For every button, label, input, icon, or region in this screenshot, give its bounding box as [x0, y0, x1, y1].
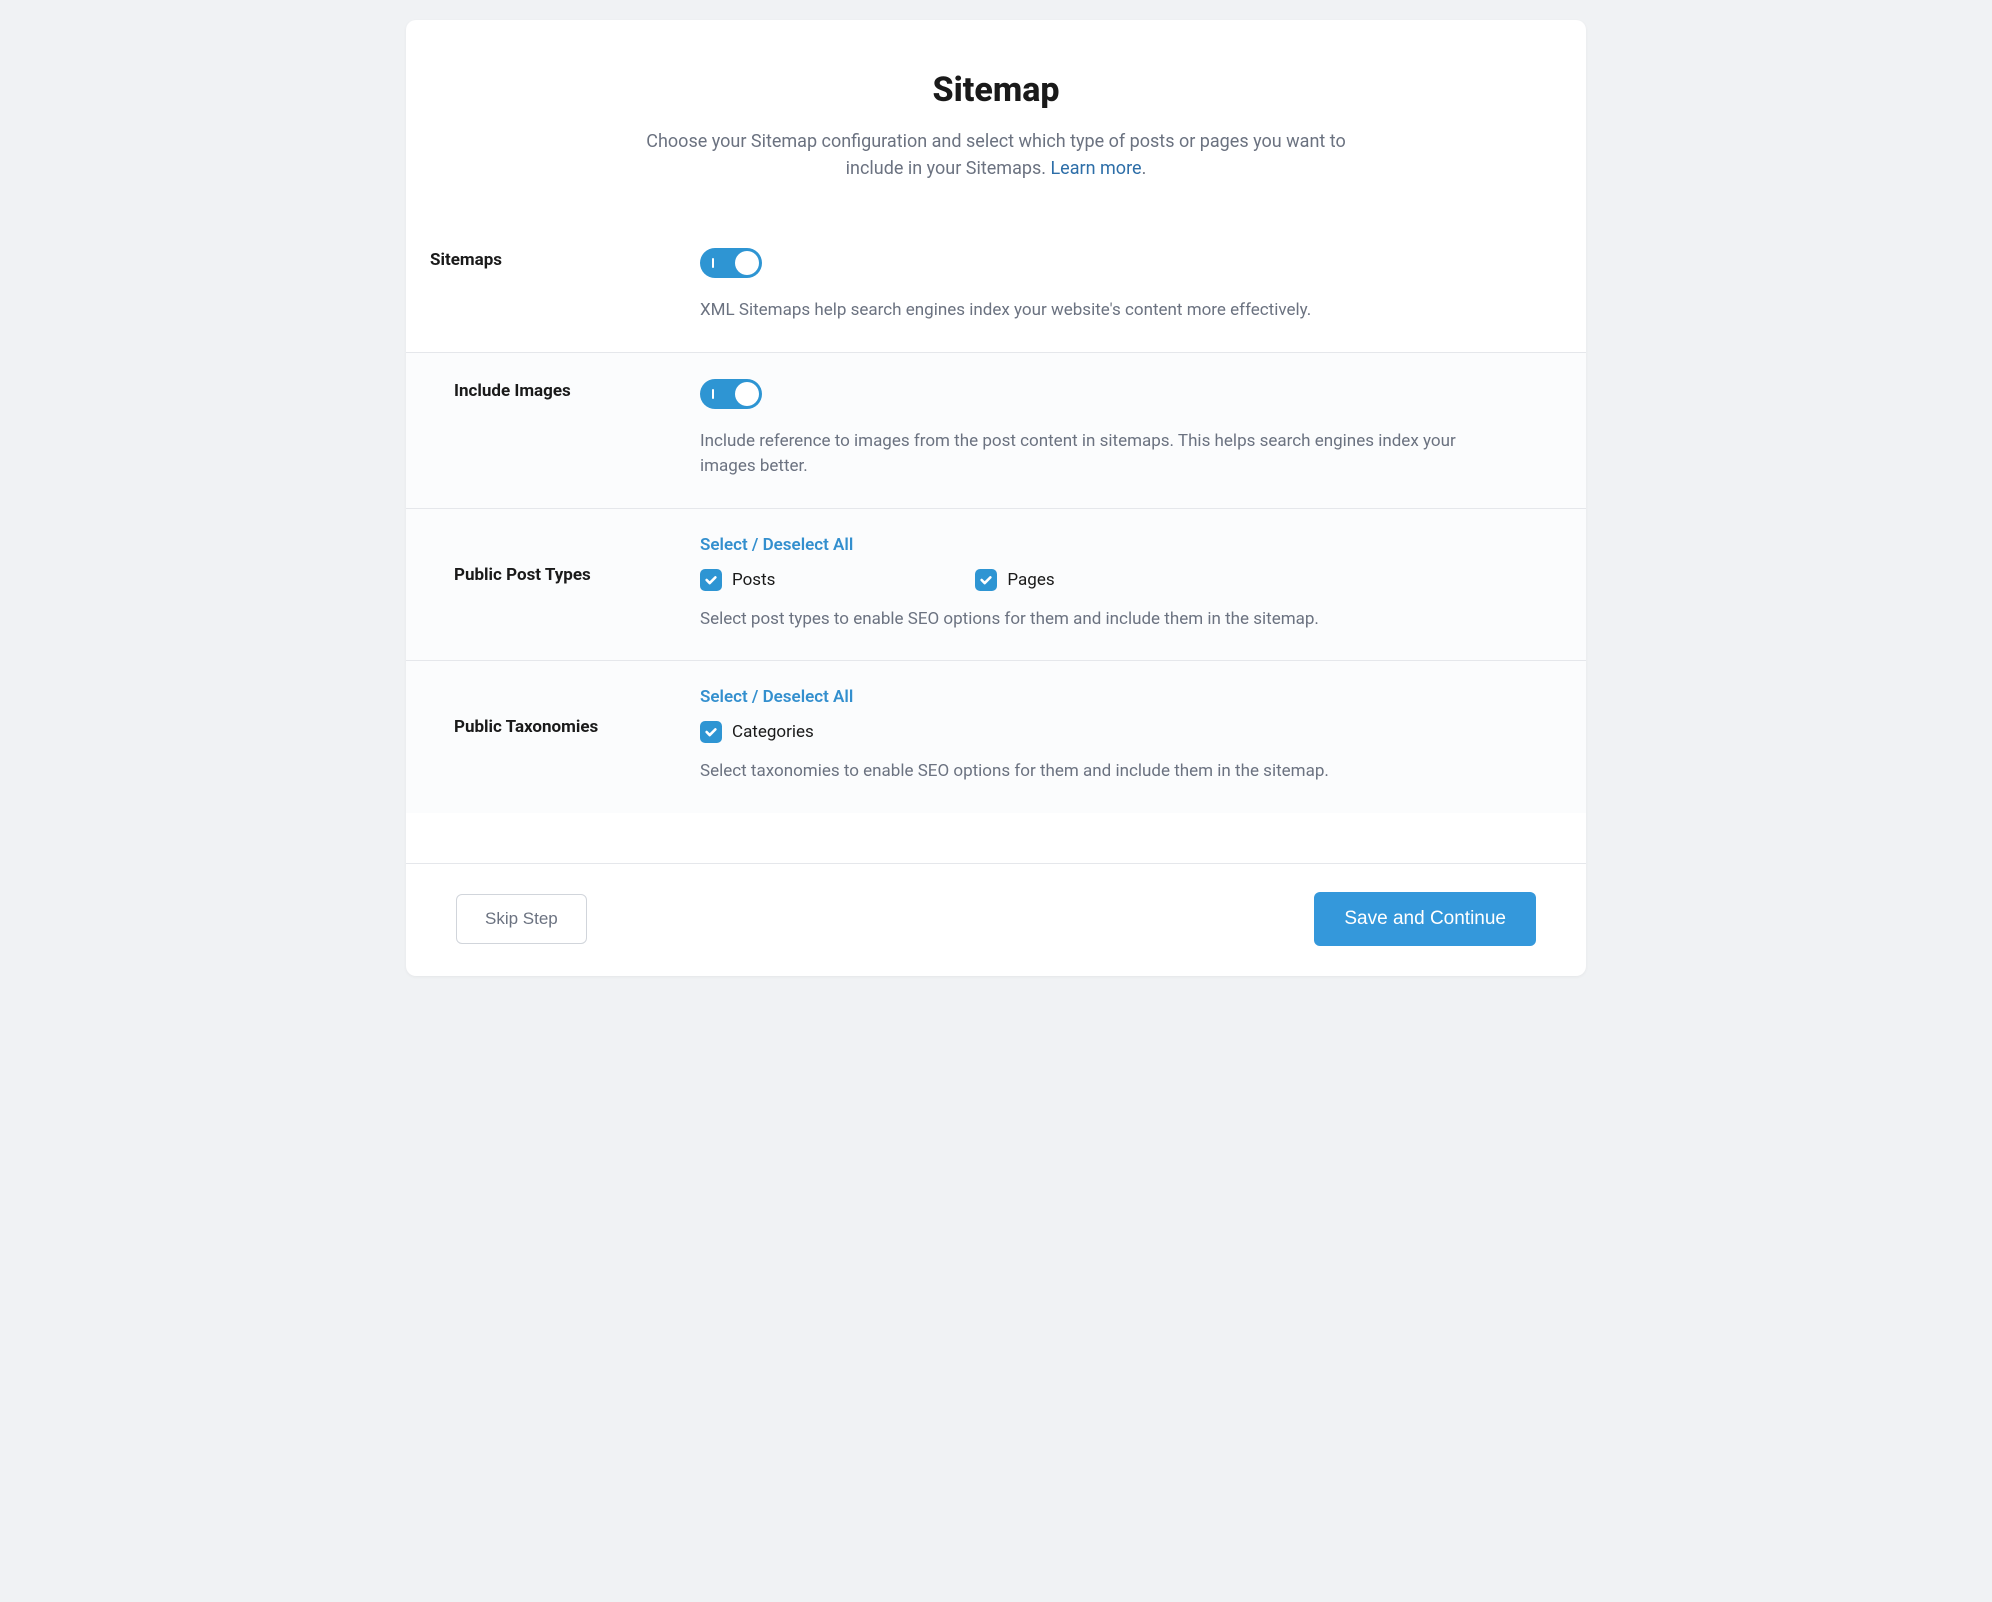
toggle-sitemaps[interactable] [700, 248, 762, 278]
checkbox-categories[interactable] [700, 721, 722, 743]
save-continue-button[interactable]: Save and Continue [1314, 892, 1536, 946]
section-post-types: Public Post Types Select / Deselect All … [406, 509, 1586, 662]
section-sitemaps: Sitemaps XML Sitemaps help search engine… [406, 222, 1586, 353]
section-label-taxonomies: Public Taxonomies [430, 687, 700, 785]
checkbox-posts[interactable] [700, 569, 722, 591]
section-taxonomies: Public Taxonomies Select / Deselect All … [406, 661, 1586, 813]
toggle-include-images[interactable] [700, 379, 762, 409]
checkbox-item-categories: Categories [700, 721, 814, 743]
checkbox-label-posts: Posts [732, 570, 775, 590]
section-label-sitemaps: Sitemaps [430, 248, 700, 324]
check-icon [704, 725, 718, 739]
checkbox-label-categories: Categories [732, 722, 814, 742]
checkbox-pages[interactable] [975, 569, 997, 591]
select-all-post-types[interactable]: Select / Deselect All [700, 535, 853, 555]
description-sitemaps: XML Sitemaps help search engines index y… [700, 298, 1480, 324]
description-include-images: Include reference to images from the pos… [700, 429, 1480, 480]
checkbox-item-posts: Posts [700, 569, 775, 591]
checkbox-item-pages: Pages [975, 569, 1054, 591]
subtitle-text: Choose your Sitemap configuration and se… [646, 131, 1345, 179]
page-subtitle: Choose your Sitemap configuration and se… [616, 128, 1376, 182]
card-footer: Skip Step Save and Continue [406, 863, 1586, 976]
subtitle-suffix: . [1142, 158, 1147, 179]
check-icon [979, 573, 993, 587]
section-label-post-types: Public Post Types [430, 535, 700, 633]
select-all-taxonomies[interactable]: Select / Deselect All [700, 687, 853, 707]
check-icon [704, 573, 718, 587]
sitemap-card: Sitemap Choose your Sitemap configuratio… [406, 20, 1586, 976]
page-title: Sitemap [466, 70, 1526, 110]
description-taxonomies: Select taxonomies to enable SEO options … [700, 759, 1480, 785]
checkbox-label-pages: Pages [1007, 570, 1054, 590]
section-include-images: Include Images Include reference to imag… [406, 353, 1586, 509]
section-label-include-images: Include Images [430, 379, 700, 480]
card-header: Sitemap Choose your Sitemap configuratio… [406, 20, 1586, 222]
skip-step-button[interactable]: Skip Step [456, 894, 587, 944]
description-post-types: Select post types to enable SEO options … [700, 607, 1480, 633]
learn-more-link[interactable]: Learn more [1050, 158, 1141, 179]
